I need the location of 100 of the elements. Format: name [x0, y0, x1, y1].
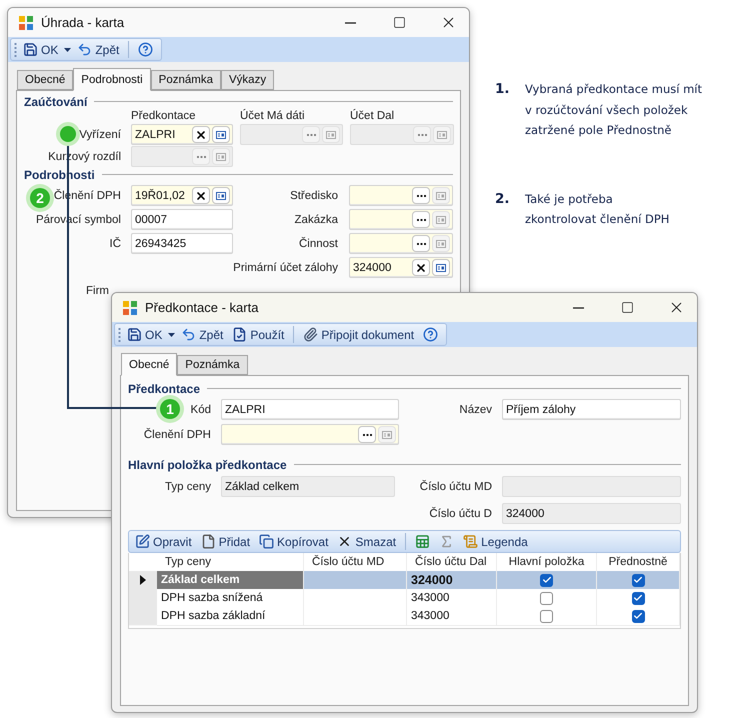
toolbar-button[interactable]: Použít [229, 324, 288, 345]
note-text: Také je potřeba zkontrolovat členění DPH [525, 190, 670, 228]
clear-button[interactable] [412, 259, 430, 276]
card-icon [436, 192, 446, 200]
undo-icon [181, 327, 196, 342]
row-header[interactable] [129, 571, 157, 590]
column-header: Účet Má dáti [240, 109, 306, 123]
input-field[interactable]: 26943425 [131, 233, 233, 254]
scroll-icon [463, 534, 478, 549]
help-icon [138, 42, 154, 57]
field-label: Středisko [290, 190, 338, 202]
tab[interactable]: Poznámka [177, 355, 248, 375]
window-title: Úhrada - karta [41, 15, 126, 30]
browse-button[interactable] [412, 211, 430, 228]
new-page-icon [200, 534, 216, 549]
section-heading: Hlavní položka předkontace [128, 458, 287, 472]
lookup-field[interactable] [349, 233, 453, 254]
checkbox[interactable] [632, 610, 644, 622]
maximize-icon [620, 301, 634, 314]
note-text: Vybraná předkontace musí mít v rozúčtování všech položek zatržené pole Přednostně [525, 81, 702, 139]
card-icon [216, 152, 226, 160]
input-field[interactable]: ZALPRI [221, 399, 399, 420]
dropdown-caret-icon[interactable] [168, 332, 176, 336]
tab[interactable]: Poznámka [150, 70, 221, 90]
checkbox[interactable] [632, 574, 644, 586]
toolbar-button[interactable]: Zpět [178, 324, 226, 345]
field-label: IČ [110, 238, 122, 250]
marker-dot [56, 122, 80, 146]
toolbar-button[interactable]: Připojit dokument [300, 324, 418, 345]
checkbox[interactable] [540, 610, 553, 622]
column-header: Účet Dal [350, 109, 396, 123]
table-cell: 324000 [407, 571, 497, 590]
input-field[interactable]: 00007 [131, 209, 233, 230]
app-icon [122, 300, 138, 316]
checkbox[interactable] [540, 574, 553, 586]
dropdown-caret-icon[interactable] [64, 48, 72, 52]
card-button[interactable] [212, 126, 230, 143]
tab[interactable]: Výkazy [221, 70, 274, 90]
grip-icon[interactable] [14, 42, 17, 57]
toolbar-button[interactable]: Zpět [74, 39, 122, 60]
spreadsheet-icon [415, 534, 430, 549]
toolbar-button[interactable]: Legenda [460, 531, 531, 552]
toolbar-button[interactable]: Opravit [132, 531, 195, 552]
app-icon [18, 14, 34, 30]
card-icon [436, 240, 446, 248]
toolbar-button[interactable]: OK [20, 39, 62, 60]
minimize-icon [572, 306, 584, 308]
table-cell: Základ celkem [157, 571, 304, 590]
grip-icon[interactable] [118, 327, 121, 342]
copy-icon [259, 534, 274, 549]
input-field[interactable]: Příjem zálohy [502, 399, 681, 420]
lookup-field[interactable]: 19Ř01,02 [131, 185, 233, 206]
checkbox[interactable] [540, 592, 553, 604]
tab[interactable]: Obecné [121, 353, 178, 376]
minimize-icon [344, 22, 356, 24]
table-cell: 343000 [407, 589, 497, 608]
maximize-icon [392, 16, 406, 29]
table-row[interactable]: DPH sazba základní 343000 [129, 607, 680, 625]
tab[interactable]: Obecné [17, 70, 74, 90]
column-header: Předkontace [131, 109, 197, 123]
clear-icon [195, 128, 207, 140]
field-label: Členění DPH [144, 428, 212, 440]
browse-button[interactable] [412, 235, 430, 252]
clear-icon [415, 262, 427, 274]
browse-button[interactable] [358, 426, 376, 443]
paperclip-icon [303, 327, 318, 342]
card-icon [216, 192, 226, 200]
tab[interactable]: Podrobnosti [73, 68, 151, 91]
card-icon [436, 216, 446, 224]
undo-icon [77, 42, 92, 57]
checkbox[interactable] [632, 592, 644, 604]
lookup-field[interactable] [349, 209, 453, 230]
check-icon [542, 575, 552, 585]
help-icon [423, 327, 438, 342]
lookup-field[interactable]: 324000 [349, 257, 453, 278]
clear-button[interactable] [192, 187, 210, 204]
card-icon [216, 130, 226, 138]
field-label: Vyřízení [79, 128, 122, 140]
card-button[interactable] [432, 259, 450, 276]
lookup-field[interactable]: ZALPRI [131, 124, 233, 145]
table-cell: 343000 [407, 607, 497, 626]
clear-button[interactable] [192, 126, 210, 143]
lookup-field[interactable] [349, 185, 453, 206]
toolbar-button[interactable]: OK [124, 324, 166, 345]
section-heading: Zaúčtování [24, 94, 88, 108]
card-icon [436, 264, 446, 272]
toolbar-button[interactable]: Smazat [334, 531, 400, 552]
card-icon [437, 130, 447, 138]
card-icon [382, 430, 392, 438]
field-label: Číslo účtu MD [420, 480, 492, 492]
toolbar-button[interactable]: Kopírovat [256, 531, 332, 552]
field-label: Zakázka [294, 214, 338, 226]
toolbar-button[interactable]: Přidat [198, 531, 254, 552]
lookup-field[interactable] [221, 424, 399, 445]
field-label: Číslo účtu D [429, 508, 492, 520]
field-label: Typ ceny [164, 480, 212, 492]
section-heading: Předkontace [128, 382, 200, 396]
field-label: Primární účet zálohy [233, 262, 338, 274]
browse-button[interactable] [412, 187, 430, 204]
card-button[interactable] [212, 187, 230, 204]
